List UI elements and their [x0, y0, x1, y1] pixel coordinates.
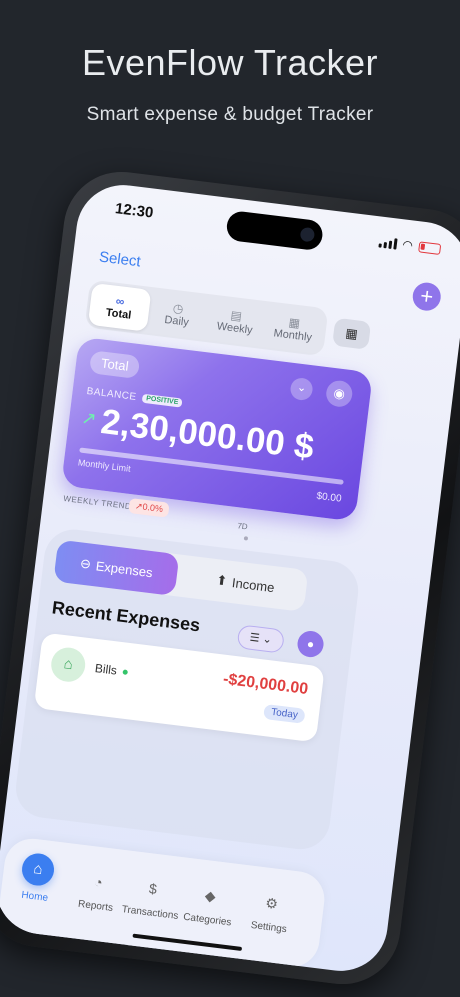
dollar-icon: $	[148, 880, 158, 898]
nav-reports[interactable]: ◔ Reports	[77, 867, 117, 914]
chevron-down-icon: ⌄	[296, 381, 307, 395]
tab-weekly[interactable]: ▤ Weekly	[204, 297, 267, 346]
tab-label: Weekly	[216, 320, 254, 337]
trend-change-badge: ↗0.0%	[128, 497, 170, 518]
tab-label: Daily	[163, 313, 190, 329]
gear-icon: ⚙	[264, 894, 279, 912]
add-button[interactable]: +	[411, 281, 443, 313]
app-subtitle: Smart expense & budget Tracker	[86, 104, 374, 125]
expense-category: Bills	[94, 661, 118, 678]
select-button[interactable]: Select	[98, 248, 141, 270]
balance-scope-pill[interactable]: Total	[88, 350, 141, 380]
signal-icon	[377, 236, 398, 250]
eye-icon: ◉	[332, 385, 346, 402]
home-icon: ⌂	[49, 645, 88, 684]
monthly-limit-label: Monthly Limit	[77, 457, 132, 474]
plus-icon: +	[418, 282, 435, 310]
status-icons: ◠	[377, 234, 442, 256]
calendar-month-icon: ▦	[287, 315, 301, 331]
home-icon: ⌂	[20, 851, 56, 888]
nav-label: Transactions	[121, 904, 179, 922]
pie-chart-icon: ◔	[93, 873, 104, 891]
tab-label: Total	[105, 306, 132, 322]
calendar-icon: ▦	[344, 325, 359, 342]
expense-amount: -$20,000.00	[222, 670, 310, 699]
visibility-toggle[interactable]: ◉	[324, 379, 354, 409]
camera-icon	[299, 226, 316, 243]
weekly-trend-label: WEEKLY TREND	[62, 493, 132, 512]
nav-label: Home	[20, 889, 49, 904]
nav-home[interactable]: ⌂ Home	[18, 851, 56, 905]
tab-label: Income	[231, 574, 276, 595]
phone-screen: 12:30 ◠ Select + ∞ Total ◷ Daily ▤ Weekl…	[0, 179, 460, 977]
clock-icon: ◷	[172, 300, 185, 317]
app-title: EvenFlow Tracker	[81, 42, 379, 83]
wifi-icon: ◠	[401, 237, 414, 253]
page-indicator	[243, 536, 249, 541]
battery-icon	[418, 240, 442, 255]
dynamic-island	[225, 209, 325, 252]
tag-icon: ◆	[203, 887, 217, 905]
calendar-week-icon: ▤	[229, 307, 243, 324]
tab-label: Monthly	[272, 327, 313, 344]
balance-label: BALANCE	[85, 385, 138, 403]
tab-daily[interactable]: ◷ Daily	[146, 290, 209, 339]
nav-label: Settings	[250, 919, 288, 936]
phone-mockup: 12:30 ◠ Select + ∞ Total ◷ Daily ▤ Weekl…	[0, 165, 460, 991]
infinity-icon: ∞	[115, 293, 126, 309]
list-icon: ☰ ⌄	[249, 631, 273, 647]
nav-label: Reports	[77, 898, 114, 914]
expand-button[interactable]: ⌄	[289, 376, 314, 402]
balance-card: Total ⌄ ◉ BALANCE POSITIVE ↗ 2,30,000.00…	[61, 336, 374, 522]
tab-monthly[interactable]: ▦ Monthly	[262, 304, 325, 353]
status-dot	[122, 669, 129, 675]
nav-categories[interactable]: ◆ Categories	[182, 880, 236, 929]
minus-circle-icon: ⊖	[79, 555, 92, 572]
tab-label: Expenses	[95, 557, 154, 580]
date-badge: Today	[263, 703, 306, 724]
nav-label: Categories	[182, 911, 232, 929]
tab-total[interactable]: ∞ Total	[87, 282, 151, 332]
monthly-limit-value: $0.00	[315, 490, 343, 505]
nav-settings[interactable]: ⚙ Settings	[250, 888, 291, 936]
calendar-button[interactable]: ▦	[332, 317, 372, 350]
status-badge: POSITIVE	[141, 393, 183, 408]
chat-bubble-icon: ●	[306, 636, 315, 652]
nav-transactions[interactable]: $ Transactions	[121, 872, 183, 922]
trend-range: 7D	[236, 521, 249, 532]
arrow-up-circle-icon: ⬆	[215, 572, 229, 589]
trend-up-icon: ↗	[80, 407, 98, 430]
status-time: 12:30	[114, 200, 155, 222]
